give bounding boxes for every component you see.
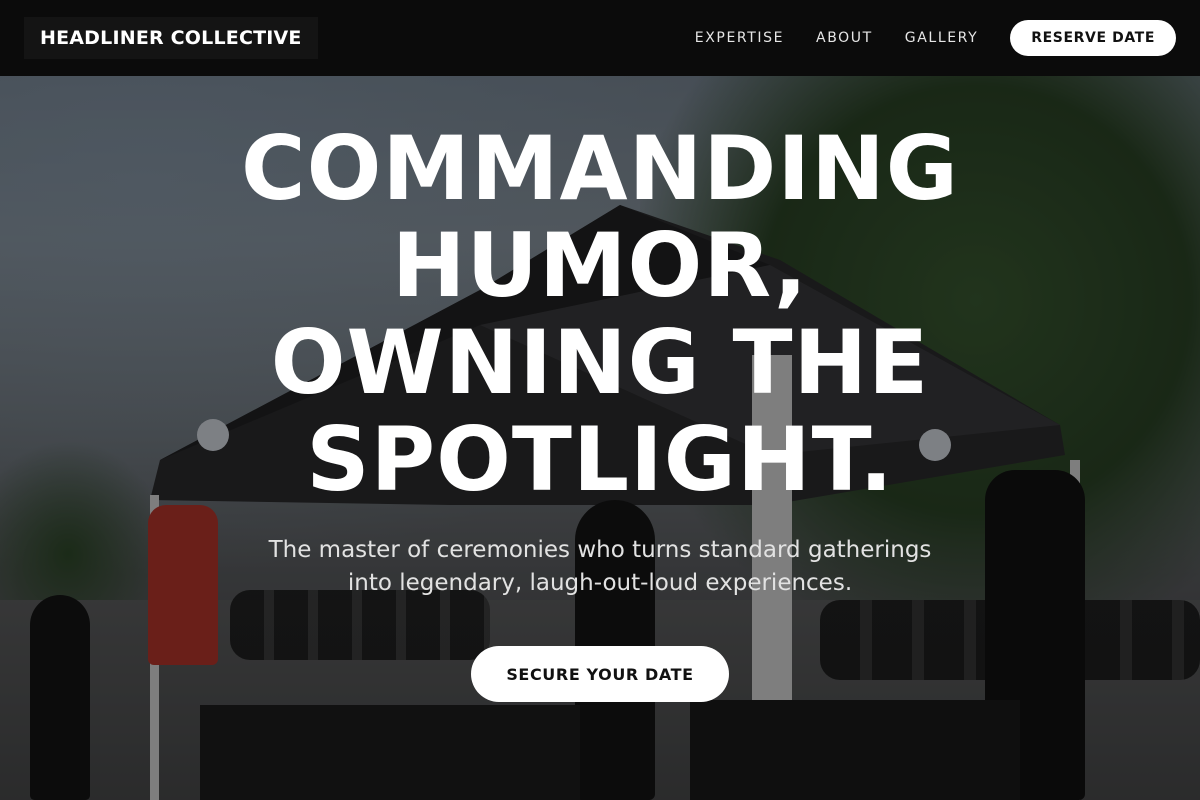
brand-logo[interactable]: HEADLINER COLLECTIVE [24, 17, 318, 59]
hero-title: COMMANDING HUMOR, OWNING THE SPOTLIGHT. [241, 117, 959, 511]
reserve-date-button[interactable]: RESERVE DATE [1010, 20, 1176, 56]
site-header: HEADLINER COLLECTIVE EXPERTISE ABOUT GAL… [0, 0, 1200, 76]
nav-link-expertise[interactable]: EXPERTISE [695, 30, 784, 46]
secure-your-date-button[interactable]: SECURE YOUR DATE [471, 646, 729, 702]
hero-subtitle: The master of ceremonies who turns stand… [268, 537, 932, 596]
nav-link-gallery[interactable]: GALLERY [905, 30, 978, 46]
main-nav: EXPERTISE ABOUT GALLERY RESERVE DATE [695, 20, 1176, 56]
hero-section: COMMANDING HUMOR, OWNING THE SPOTLIGHT. … [0, 120, 1200, 702]
nav-link-about[interactable]: ABOUT [816, 30, 873, 46]
